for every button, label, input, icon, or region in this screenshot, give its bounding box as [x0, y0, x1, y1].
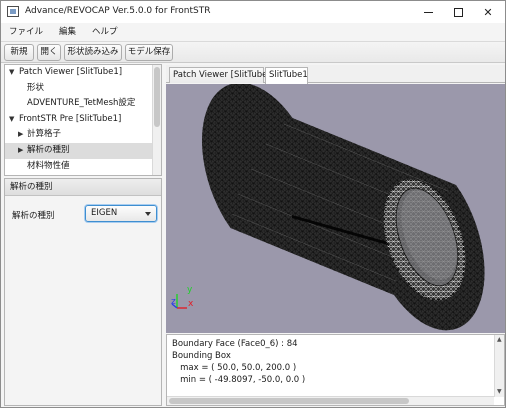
- tree-item-label: 形状: [27, 82, 45, 93]
- tree-item-patch-viewer[interactable]: ▼ Patch Viewer [SlitTube1]: [5, 65, 153, 81]
- menu-help[interactable]: ヘルプ: [84, 23, 126, 40]
- tree-item-mesh[interactable]: ▶ 計算格子: [5, 127, 153, 143]
- expand-arrow-icon[interactable]: ▼: [9, 65, 17, 81]
- y-axis-label: y: [187, 285, 193, 295]
- tree-item-tetmesh-settings[interactable]: ADVENTURE_TetMesh設定: [5, 96, 153, 112]
- console-horizontal-scrollbar[interactable]: [167, 396, 494, 405]
- menu-file[interactable]: ファイル: [1, 23, 51, 40]
- toolbar: 新規 開く 形状読み込み モデル保存: [1, 41, 505, 63]
- tree-scrollbar[interactable]: [152, 65, 161, 175]
- tree-item-shape[interactable]: 形状: [5, 81, 153, 97]
- console-line: Boundary Face (Face0_6) : 84: [172, 339, 298, 349]
- window-title: Advance/REVOCAP Ver.5.0.0 for FrontSTR: [25, 6, 211, 16]
- tab-slittube1[interactable]: SlitTube1: [265, 67, 308, 84]
- analysis-type-label: 解析の種別: [12, 211, 55, 221]
- tree-item-label: FrontSTR Pre [SlitTube1]: [19, 113, 122, 124]
- console-horizontal-thumb[interactable]: [169, 398, 409, 404]
- collapsed-arrow-icon[interactable]: ▶: [18, 127, 26, 143]
- load-shape-button[interactable]: 形状読み込み: [64, 44, 122, 61]
- menu-edit[interactable]: 編集: [51, 23, 84, 40]
- analysis-type-select[interactable]: EIGEN: [85, 205, 157, 222]
- app-icon: [7, 6, 19, 17]
- x-axis-label: x: [188, 299, 194, 309]
- tree-item-frontstr-pre[interactable]: ▼ FrontSTR Pre [SlitTube1]: [5, 112, 153, 128]
- 3d-viewport[interactable]: y x z: [166, 84, 505, 333]
- scroll-down-icon[interactable]: ▼: [497, 388, 502, 395]
- collapsed-arrow-icon[interactable]: ▶: [18, 143, 26, 159]
- mesh-canvas[interactable]: y x z: [166, 84, 505, 333]
- expand-arrow-icon[interactable]: ▼: [9, 112, 17, 128]
- axis-triad: y x z: [171, 285, 194, 309]
- z-axis-label: z: [171, 297, 176, 307]
- title-bar: Advance/REVOCAP Ver.5.0.0 for FrontSTR ✕: [1, 1, 505, 23]
- analysis-type-value: EIGEN: [91, 208, 118, 218]
- viewer-tabs: Patch Viewer [SlitTube1] SlitTube1: [166, 65, 505, 84]
- console-line: max = ( 50.0, 50.0, 200.0 ): [172, 363, 297, 373]
- tree-item-label: ADVENTURE_TetMesh設定: [27, 98, 136, 109]
- tree-item-material-properties[interactable]: 材料物性値: [5, 159, 153, 175]
- tree-item-label: Patch Viewer [SlitTube1]: [19, 67, 123, 77]
- maximize-icon: [453, 7, 463, 17]
- tree-item-label: 材料物性値: [27, 160, 70, 171]
- model-tree: ▼ Patch Viewer [SlitTube1] 形状 ADVENTURE_…: [4, 64, 162, 176]
- tab-patch-viewer[interactable]: Patch Viewer [SlitTube1]: [169, 67, 276, 83]
- chevron-down-icon: [145, 212, 151, 216]
- tree-item-label: 解析の種別: [27, 145, 70, 155]
- properties-header: 解析の種別: [5, 179, 161, 196]
- maximize-button[interactable]: [443, 1, 473, 23]
- close-button[interactable]: ✕: [473, 1, 503, 23]
- close-icon: ✕: [483, 5, 493, 19]
- cylinder-mesh: [201, 84, 485, 331]
- application-window: Advance/REVOCAP Ver.5.0.0 for FrontSTR ✕…: [0, 0, 506, 408]
- tree-scrollbar-thumb[interactable]: [154, 67, 160, 127]
- console-line: min = ( -49.8097, -50.0, 0.0 ): [172, 375, 306, 385]
- menu-bar: ファイル 編集 ヘルプ: [1, 23, 505, 40]
- console-output: Boundary Face (Face0_6) : 84 Bounding Bo…: [166, 334, 505, 406]
- console-vertical-scrollbar[interactable]: ▲ ▼: [494, 335, 504, 397]
- save-model-button[interactable]: モデル保存: [125, 44, 173, 61]
- properties-panel: 解析の種別 解析の種別 EIGEN: [4, 178, 162, 406]
- console-line: Bounding Box: [172, 351, 231, 361]
- minimize-button[interactable]: [413, 1, 443, 23]
- tree-item-analysis-type[interactable]: ▶ 解析の種別: [5, 143, 153, 159]
- tree-item-label: 計算格子: [27, 129, 62, 140]
- minimize-icon: [423, 11, 433, 13]
- open-button[interactable]: 開く: [37, 44, 61, 61]
- new-button[interactable]: 新規: [4, 44, 34, 61]
- scroll-up-icon[interactable]: ▲: [497, 336, 502, 343]
